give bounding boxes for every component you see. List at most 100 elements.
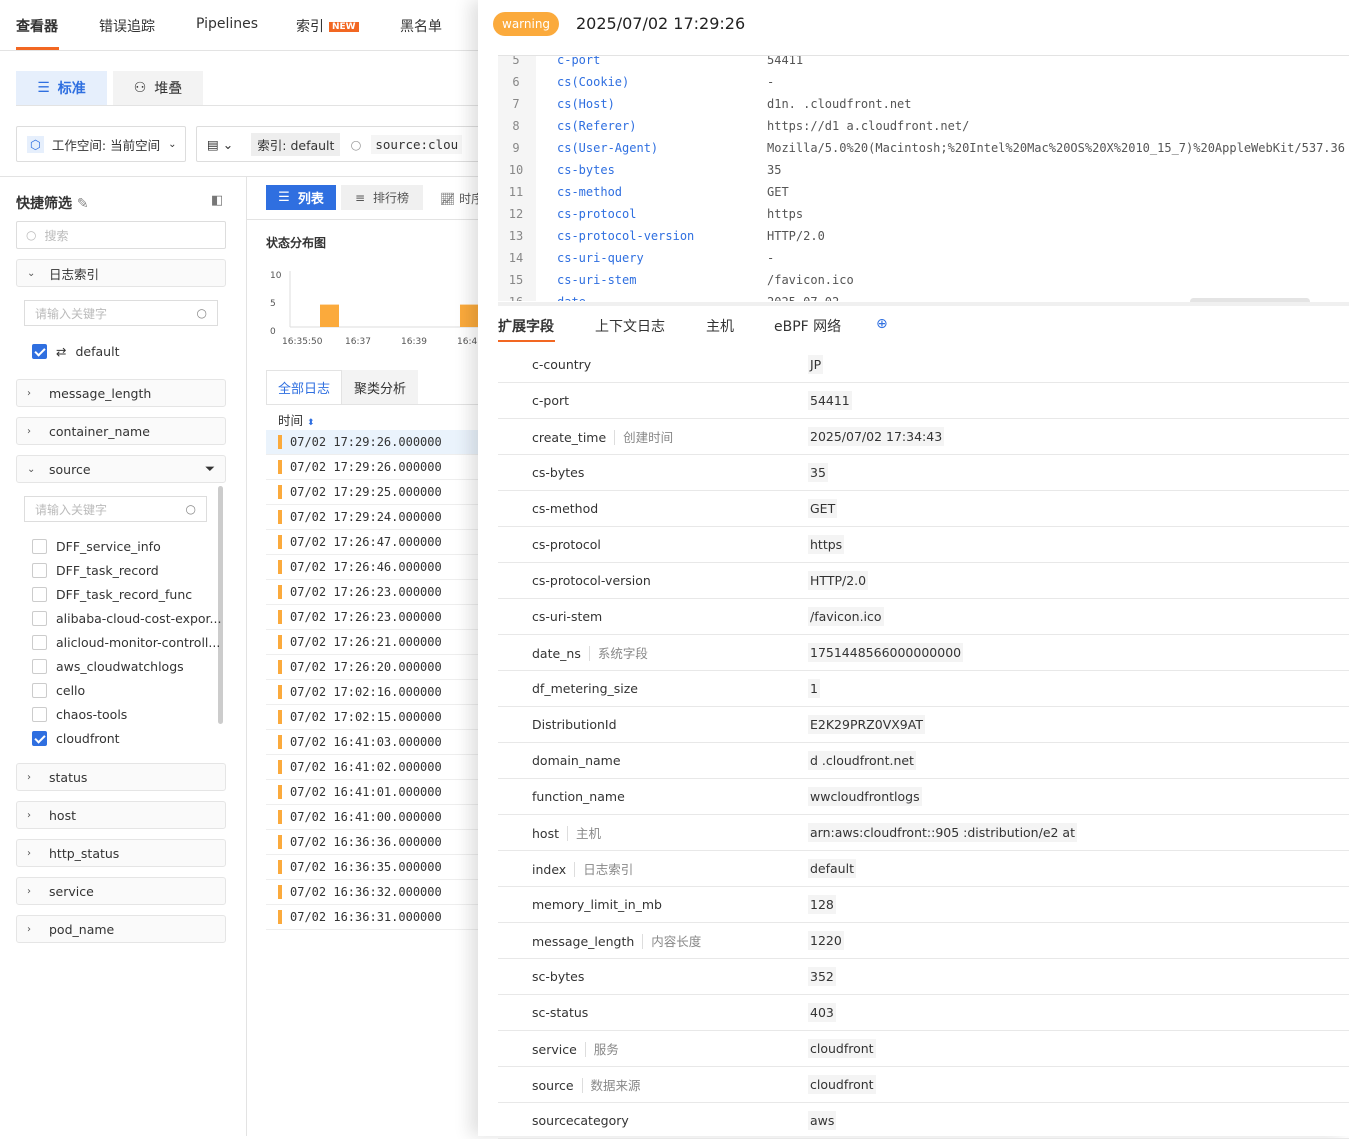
mode-standard-button[interactable]: ☰ 标准 — [16, 71, 107, 105]
field-value[interactable]: 1 — [808, 679, 820, 698]
field-value[interactable]: JP — [808, 355, 824, 374]
log-row[interactable]: 07/02 16:36:31.000000 — [266, 905, 478, 930]
tab-context-logs[interactable]: 上下文日志 — [595, 316, 665, 336]
field-value[interactable]: 54411 — [808, 391, 852, 410]
field-row[interactable]: host 主机 arn:aws:cloudfront::905 :distribut… — [498, 815, 1349, 851]
field-row[interactable]: sourcecategory aws — [498, 1103, 1349, 1139]
field-value[interactable]: GET — [808, 499, 838, 518]
field-value[interactable]: wwcloudfrontlogs — [808, 787, 922, 806]
log-row[interactable]: 07/02 17:02:15.000000 — [266, 705, 478, 730]
field-row[interactable]: cs-bytes 35 — [498, 455, 1349, 491]
field-row[interactable]: cs-uri-stem/favicon.ico — [498, 599, 1349, 635]
workspace-select[interactable]: ⬡ 工作空间: 当前空间 ⌄ — [16, 126, 186, 162]
field-row[interactable]: function_name wwcloudfrontlogs — [498, 779, 1349, 815]
index-tag[interactable]: 索引: default — [251, 132, 341, 156]
field-row[interactable]: sc-status 403 — [498, 995, 1349, 1031]
view-series-button[interactable]: 📈︎ 时序 — [440, 190, 483, 207]
tab-blacklist[interactable]: 黑名单 — [400, 16, 442, 36]
log-row[interactable]: 07/02 16:36:36.000000 — [266, 830, 478, 855]
source-item[interactable]: cloudfront — [32, 729, 120, 747]
field-value[interactable]: 128 — [808, 895, 836, 914]
source-item[interactable]: DFF_task_record — [32, 561, 159, 579]
log-row[interactable]: 07/02 16:41:00.000000 — [266, 805, 478, 830]
sort-icon[interactable]: ⬍ — [307, 418, 315, 428]
time-column-header[interactable]: 时间 ⬍ — [278, 410, 315, 429]
field-row[interactable]: sc-bytes 352 — [498, 959, 1349, 995]
log-row[interactable]: 07/02 17:29:26.000000 — [266, 455, 478, 480]
edit-icon[interactable]: ✎ — [77, 196, 89, 212]
log-row[interactable]: 07/02 16:36:35.000000 — [266, 855, 478, 880]
field-value[interactable]: default — [808, 859, 856, 878]
field-row[interactable]: create_time 创建时间 2025/07/02 17:34:43 — [498, 419, 1349, 455]
view-list-button[interactable]: ☰ 列表 — [266, 185, 336, 210]
view-rank-button[interactable]: ≡ 排行榜 — [341, 185, 423, 210]
field-row[interactable]: index 日志索引 default — [498, 851, 1349, 887]
field-row[interactable]: domain_name d .cloudfront.net — [498, 743, 1349, 779]
index-item-default[interactable]: ⇄ default — [32, 342, 119, 360]
field-row[interactable]: service 服务 cloudfront — [498, 1031, 1349, 1067]
tab-error-tracking[interactable]: 错误追踪 — [99, 16, 155, 36]
field-value[interactable]: 35 — [808, 463, 828, 482]
field-value[interactable]: https — [808, 535, 845, 554]
filter-group[interactable]: › pod_name — [16, 915, 226, 943]
log-row[interactable]: 07/02 16:36:32.000000 — [266, 880, 478, 905]
collapse-sidebar-icon[interactable]: ◧ — [211, 193, 223, 208]
source-item[interactable]: chaos-tools — [32, 705, 127, 723]
filter-group-index[interactable]: ⌄ 日志索引 — [16, 259, 226, 287]
field-row[interactable]: DistributionId E2K29PRZ0VX9AT — [498, 707, 1349, 743]
log-row[interactable]: 07/02 17:26:23.000000 — [266, 580, 478, 605]
scrollbar[interactable] — [218, 486, 223, 724]
filter-group[interactable]: › message_length — [16, 379, 226, 407]
field-row[interactable]: cs-protocol-version HTTP/2.0 — [498, 563, 1349, 599]
checkbox[interactable] — [32, 610, 47, 626]
log-row[interactable]: 07/02 17:26:20.000000 — [266, 655, 478, 680]
checkbox[interactable] — [32, 343, 47, 359]
filter-group[interactable]: › host — [16, 801, 226, 829]
log-row[interactable]: 07/02 17:29:25.000000 — [266, 480, 478, 505]
field-value[interactable]: /favicon.ico — [808, 607, 884, 626]
tab-host[interactable]: 主机 — [706, 316, 734, 336]
field-value[interactable]: E2K29PRZ0VX9AT — [808, 715, 925, 734]
query-bar[interactable]: ▤ ⌄ 索引: default ○ source:clou — [196, 126, 486, 162]
log-row[interactable]: 07/02 17:02:16.000000 — [266, 680, 478, 705]
source-item[interactable]: cello — [32, 681, 85, 699]
source-item[interactable]: aws_cloudwatchlogs — [32, 657, 184, 675]
source-item[interactable]: DFF_service_info — [32, 537, 161, 555]
mode-stack-button[interactable]: ⚇ 堆叠 — [113, 71, 203, 105]
field-value[interactable]: d .cloudfront.net — [808, 751, 916, 770]
field-row[interactable]: df_metering_size 1 — [498, 671, 1349, 707]
field-row[interactable]: c-country JP — [498, 347, 1349, 383]
log-row[interactable]: 07/02 16:41:03.000000 — [266, 730, 478, 755]
log-row[interactable]: 07/02 17:29:24.000000 — [266, 505, 478, 530]
filter-group[interactable]: › status — [16, 763, 226, 791]
log-row[interactable]: 07/02 16:41:02.000000 — [266, 755, 478, 780]
log-row[interactable]: 07/02 17:26:46.000000 — [266, 555, 478, 580]
field-row[interactable]: cs-protocol https — [498, 527, 1349, 563]
log-row[interactable]: 07/02 17:26:23.000000 — [266, 605, 478, 630]
log-row[interactable]: 07/02 17:26:21.000000 — [266, 630, 478, 655]
checkbox[interactable] — [32, 706, 47, 722]
saved-query-icon[interactable]: ▤ ⌄ — [207, 137, 233, 152]
checkbox[interactable] — [32, 682, 47, 698]
checkbox[interactable] — [32, 562, 47, 578]
source-item[interactable]: DFF_task_record_func — [32, 585, 192, 603]
checkbox[interactable] — [32, 538, 47, 554]
index-keyword-input[interactable]: 请输入关键字 ○ — [24, 300, 218, 326]
tab-ebpf-network[interactable]: eBPF 网络 — [774, 316, 841, 336]
field-value[interactable]: aws — [808, 1111, 837, 1130]
field-value[interactable]: arn:aws:cloudfront::905 :distribution/e2… — [808, 823, 1077, 842]
checkbox[interactable] — [32, 586, 47, 602]
field-value[interactable]: 1751448566000000000 — [808, 643, 964, 662]
tab-viewer[interactable]: 查看器 — [16, 16, 58, 36]
field-row[interactable]: c-port 54411 — [498, 383, 1349, 419]
filter-group[interactable]: › service — [16, 877, 226, 905]
tab-cluster[interactable]: 聚类分析 — [342, 370, 418, 404]
field-value[interactable]: HTTP/2.0 — [808, 571, 869, 590]
field-value[interactable]: cloudfront — [808, 1039, 876, 1058]
field-row[interactable]: cs-method GET — [498, 491, 1349, 527]
tab-pipelines[interactable]: Pipelines — [196, 16, 258, 32]
checkbox[interactable] — [32, 658, 47, 674]
log-row[interactable]: 07/02 17:29:26.000000 — [266, 430, 478, 455]
tab-all-logs[interactable]: 全部日志 — [266, 370, 342, 404]
field-value[interactable]: 352 — [808, 967, 836, 986]
